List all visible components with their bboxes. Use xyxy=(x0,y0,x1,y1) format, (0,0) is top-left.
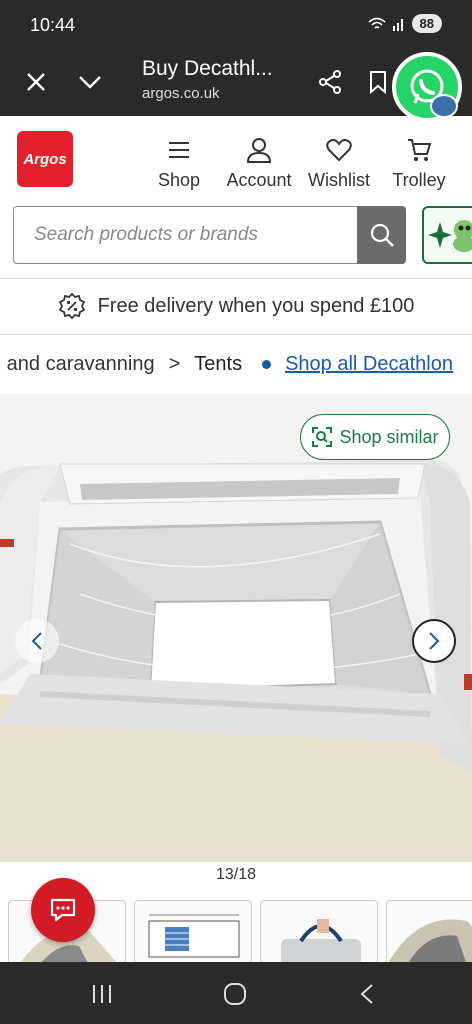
chevron-left-icon xyxy=(31,632,42,650)
shop-similar-label: Shop similar xyxy=(339,426,439,447)
nav-wishlist[interactable]: Wishlist xyxy=(305,136,373,191)
chat-button[interactable] xyxy=(31,878,95,942)
menu-icon xyxy=(155,136,203,164)
previous-image-button[interactable] xyxy=(15,619,59,663)
delivery-text: Free delivery when you spend £100 xyxy=(97,294,415,317)
browser-page-title: Buy Decathl... xyxy=(142,57,273,80)
thumbnail[interactable] xyxy=(386,900,472,962)
chevron-down-icon[interactable] xyxy=(72,64,108,100)
status-icons: 88 xyxy=(368,14,442,33)
search-box xyxy=(13,206,357,264)
bubble-avatar xyxy=(430,94,458,118)
recent-apps-icon[interactable] xyxy=(87,980,117,1008)
close-icon[interactable] xyxy=(18,64,54,100)
status-bar: 10:44 88 xyxy=(0,0,472,48)
nav-shop[interactable]: Shop xyxy=(155,136,203,191)
heart-icon xyxy=(305,136,373,164)
search-icon xyxy=(370,223,394,247)
account-icon xyxy=(224,136,294,164)
browser-url[interactable]: argos.co.uk xyxy=(142,85,220,102)
breadcrumb-item[interactable]: g and caravanning xyxy=(0,353,155,376)
site-header: Argos Shop Account Wishlist Trolley xyxy=(0,116,472,206)
next-image-button[interactable] xyxy=(412,619,456,663)
share-icon[interactable] xyxy=(312,64,348,100)
tent-photo xyxy=(0,394,472,862)
thumbnail[interactable] xyxy=(260,900,378,962)
chevron-right-icon: > xyxy=(168,352,181,375)
delivery-banner: Free delivery when you spend £100 xyxy=(0,278,472,334)
shop-all-brand-link[interactable]: Shop all Decathlon xyxy=(285,353,453,376)
search-input[interactable] xyxy=(14,207,357,263)
battery-indicator: 88 xyxy=(411,14,442,33)
discount-badge-icon xyxy=(58,292,85,320)
breadcrumb: g and caravanning > Tents Shop all Decat… xyxy=(0,334,472,394)
nav-trolley[interactable]: Trolley xyxy=(390,136,448,191)
shop-similar-button[interactable]: Shop similar xyxy=(300,414,450,460)
nav-account-label: Account xyxy=(226,170,292,190)
product-image[interactable] xyxy=(0,394,472,862)
brand-dot-icon xyxy=(262,359,272,369)
ai-assistant-button[interactable] xyxy=(422,206,472,264)
visual-search-icon xyxy=(312,427,333,447)
search-button[interactable] xyxy=(357,206,406,264)
nav-trolley-label: Trolley xyxy=(392,170,446,190)
bookmark-icon[interactable] xyxy=(360,64,396,100)
home-icon[interactable] xyxy=(220,980,250,1008)
nav-account[interactable]: Account xyxy=(224,136,294,191)
trolley-icon xyxy=(390,136,448,164)
system-nav-bar xyxy=(0,962,472,1024)
nav-shop-label: Shop xyxy=(157,170,201,190)
thumbnail[interactable] xyxy=(134,900,252,962)
breadcrumb-item[interactable]: Tents xyxy=(194,353,242,376)
status-time: 10:44 xyxy=(30,15,76,35)
nav-wishlist-label: Wishlist xyxy=(308,170,370,190)
chat-icon xyxy=(50,898,76,922)
wifi-icon xyxy=(368,17,386,29)
argos-logo[interactable]: Argos xyxy=(17,131,73,187)
back-icon[interactable] xyxy=(352,980,382,1008)
sparkle-icon xyxy=(428,220,472,252)
signal-icon xyxy=(392,18,403,31)
chevron-right-icon xyxy=(429,632,440,650)
